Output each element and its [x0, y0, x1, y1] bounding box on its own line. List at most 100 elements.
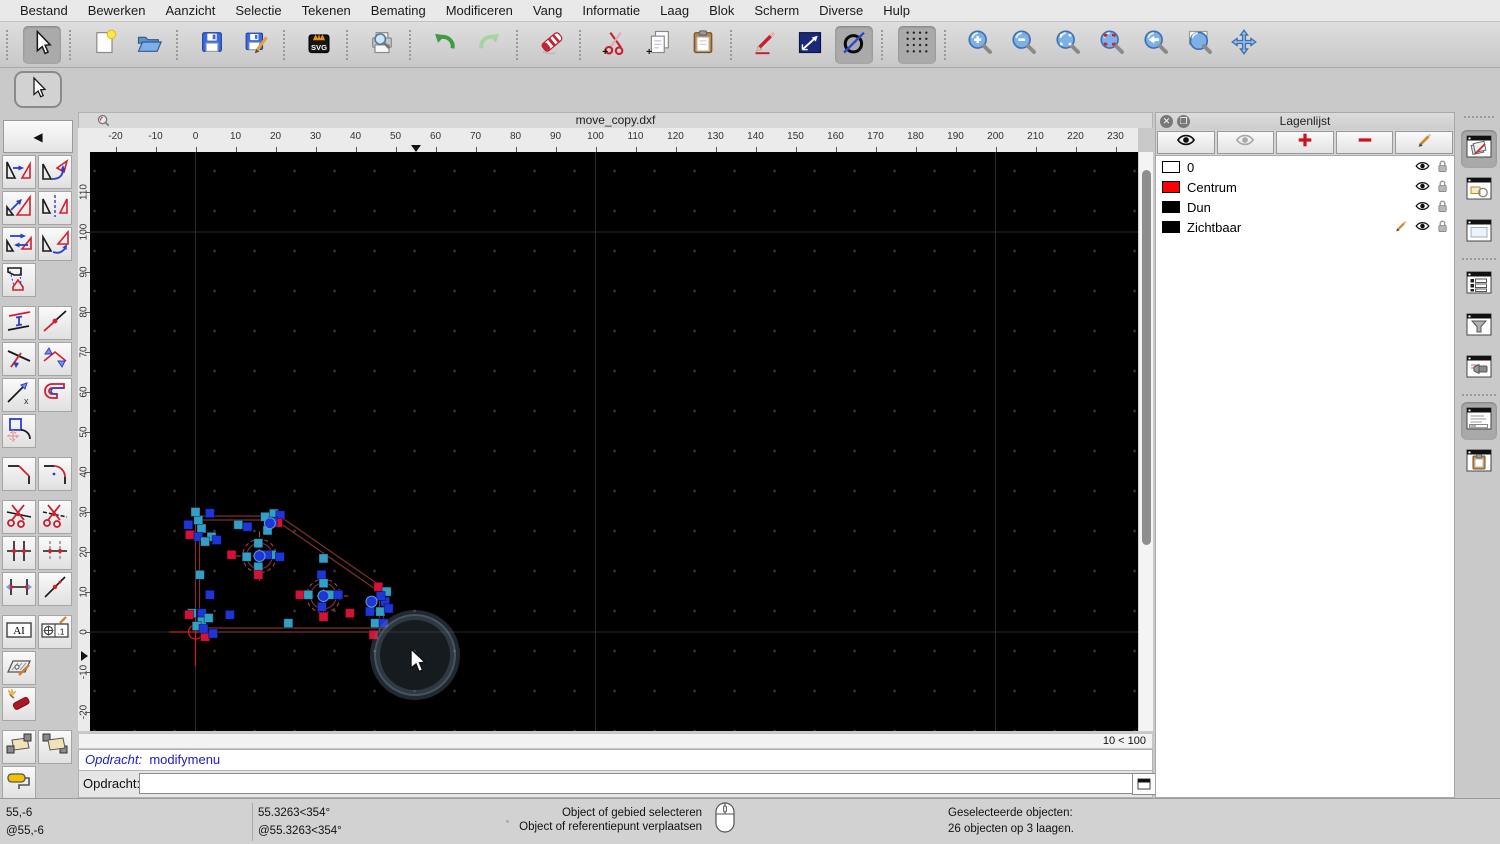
trim-two-tool-button[interactable] — [38, 342, 72, 376]
new-file-button[interactable] — [86, 26, 124, 64]
scale-tool-button[interactable] — [2, 191, 36, 225]
layer-visibility-eye-icon[interactable] — [1414, 219, 1431, 236]
chamfer-tool-button[interactable] — [2, 457, 36, 491]
clamp-tool-button[interactable] — [38, 378, 72, 412]
vertical-scrollbar[interactable] — [1138, 152, 1153, 731]
hide-all-eye-button[interactable] — [1216, 131, 1275, 154]
explode-tool-button[interactable] — [2, 687, 36, 721]
save-button[interactable] — [193, 26, 231, 64]
selection-pointer-button[interactable] — [14, 71, 62, 108]
zoom-in-button[interactable] — [961, 26, 999, 64]
undo-button[interactable] — [426, 26, 464, 64]
edit-layer-button[interactable] — [1395, 131, 1453, 154]
menu-modificeren[interactable]: Modificeren — [436, 3, 523, 18]
menu-bemating[interactable]: Bemating — [361, 3, 436, 18]
break-dot-tool-button[interactable] — [38, 572, 72, 606]
command-window-button[interactable] — [1132, 773, 1156, 795]
break-dashed-tool-button[interactable] — [38, 536, 72, 570]
stretch-tool-button[interactable] — [2, 572, 36, 606]
dock-viewport-panel-button[interactable] — [1461, 214, 1497, 252]
erase-button[interactable] — [533, 26, 571, 64]
project-tool-button[interactable] — [2, 263, 36, 297]
zoom-selected-button[interactable] — [1093, 26, 1131, 64]
layer-color-swatch[interactable] — [1162, 161, 1180, 173]
drawing-canvas[interactable] — [90, 152, 1138, 731]
cut-button[interactable]: + — [596, 26, 634, 64]
grid-toggle-button[interactable] — [898, 25, 936, 64]
dock-property-list-panel-button[interactable] — [1461, 266, 1497, 304]
selection-arrow-button[interactable] — [23, 25, 61, 64]
print-preview-button[interactable] — [363, 26, 401, 64]
break-out-point-tool-button[interactable] — [38, 306, 72, 340]
divide-tool-button[interactable] — [2, 414, 36, 448]
offset-tool-button[interactable] — [2, 306, 36, 340]
layer-lock-icon[interactable] — [1437, 219, 1448, 236]
horizontal-scrollbar[interactable]: 10 < 100 — [78, 733, 1153, 749]
menu-hulp[interactable]: Hulp — [873, 3, 920, 18]
zoom-previous-button[interactable] — [1137, 26, 1175, 64]
trim-tool-button[interactable] — [2, 342, 36, 376]
edit-dimension-tool-button[interactable]: .1 — [38, 615, 72, 649]
order-front-tool-button[interactable] — [2, 730, 36, 764]
dock-command-options-panel-button[interactable] — [1461, 350, 1497, 388]
dock-command-line-panel-button[interactable] — [1461, 402, 1497, 440]
layer-lock-icon[interactable] — [1437, 179, 1448, 196]
dock-clipboard-panel-button[interactable] — [1461, 444, 1497, 482]
layer-row-0[interactable]: 0 — [1156, 157, 1454, 177]
close-icon[interactable]: ✕ — [1160, 115, 1173, 128]
layer-color-swatch[interactable] — [1162, 201, 1180, 213]
line-tool-button[interactable] — [791, 26, 829, 64]
menu-vang[interactable]: Vang — [523, 3, 572, 18]
layer-lock-icon[interactable] — [1437, 199, 1448, 216]
svg-export-button[interactable]: SVG — [300, 26, 338, 64]
layer-lock-icon[interactable] — [1437, 159, 1448, 176]
flip-tool-button[interactable] — [38, 227, 72, 261]
layer-visibility-eye-icon[interactable] — [1414, 179, 1431, 196]
menu-diverse[interactable]: Diverse — [809, 3, 873, 18]
show-all-eye-button[interactable] — [1157, 131, 1215, 154]
menu-informatie[interactable]: Informatie — [572, 3, 650, 18]
vertical-scrollbar-thumb[interactable] — [1142, 170, 1151, 545]
cut-dashed-tool-button[interactable] — [38, 500, 72, 534]
circle-line-button[interactable] — [835, 25, 873, 64]
order-back-tool-button[interactable] — [38, 730, 72, 764]
menu-blok[interactable]: Blok — [699, 3, 744, 18]
redo-button[interactable] — [470, 26, 508, 64]
open-file-button[interactable] — [130, 26, 168, 64]
save-as-button[interactable] — [237, 26, 275, 64]
copy-button[interactable]: + — [640, 26, 678, 64]
paint-roller-tool-button[interactable] — [2, 766, 36, 800]
palette-back-button[interactable]: ◀ — [3, 120, 73, 153]
edit-hatch-tool-button[interactable] — [2, 651, 36, 685]
detach-panel-icon[interactable]: ❐ — [1177, 115, 1190, 128]
layer-color-swatch[interactable] — [1162, 221, 1180, 233]
dock-block-list-panel-button[interactable] — [1461, 172, 1497, 210]
zoom-auto-button[interactable] — [1049, 26, 1087, 64]
menu-bestand[interactable]: Bestand — [10, 3, 78, 18]
rotate-tool-button[interactable] — [38, 155, 72, 189]
menu-tekenen[interactable]: Tekenen — [292, 3, 361, 18]
layer-row-dun[interactable]: Dun — [1156, 197, 1454, 217]
menu-laag[interactable]: Laag — [650, 3, 699, 18]
menu-aanzicht[interactable]: Aanzicht — [156, 3, 226, 18]
zoom-page-button[interactable] — [1181, 26, 1219, 64]
command-input[interactable] — [139, 773, 1135, 794]
dock-selection-filter-panel-button[interactable] — [1461, 308, 1497, 346]
layer-visibility-eye-icon[interactable] — [1414, 199, 1431, 216]
layer-visibility-eye-icon[interactable] — [1414, 159, 1431, 176]
break-lines-tool-button[interactable] — [2, 536, 36, 570]
layer-row-centrum[interactable]: Centrum — [1156, 177, 1454, 197]
menu-selectie[interactable]: Selectie — [225, 3, 291, 18]
layer-color-swatch[interactable] — [1162, 181, 1180, 193]
menu-bewerken[interactable]: Bewerken — [78, 3, 156, 18]
lengthen-tool-button[interactable]: x — [2, 378, 36, 412]
fillet-tool-button[interactable] — [38, 457, 72, 491]
move-copy-tool-button[interactable] — [2, 155, 36, 189]
draw-pencil-button[interactable] — [747, 26, 785, 64]
dock-layer-list-panel-button[interactable] — [1461, 130, 1497, 168]
mirror-tool-button[interactable] — [38, 191, 72, 225]
paste-button[interactable] — [684, 26, 722, 64]
edit-text-tool-button[interactable]: AI — [2, 615, 36, 649]
layer-row-zichtbaar[interactable]: Zichtbaar — [1156, 217, 1454, 237]
zoom-out-button[interactable] — [1005, 26, 1043, 64]
